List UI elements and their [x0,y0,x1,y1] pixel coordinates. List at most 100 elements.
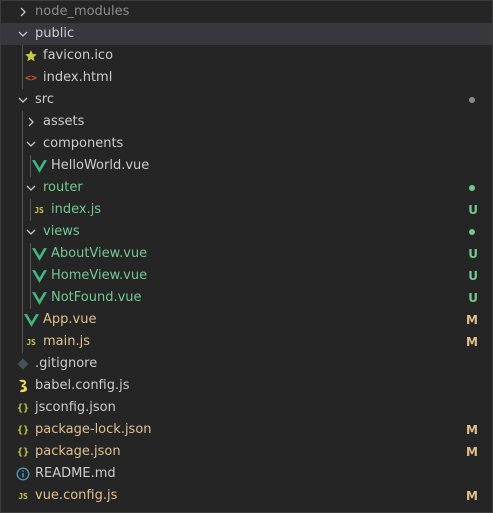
file-row-index-html[interactable]: <> index.html [1,67,492,89]
tree-item-label: vue.config.js [35,488,118,503]
indent-guide [22,243,23,265]
star-icon [23,45,39,67]
file-row-aboutview-vue[interactable]: AboutView.vue U [1,243,492,265]
vue-icon [23,309,39,331]
tree-item-label: router [43,180,83,195]
file-row-gitignore[interactable]: .gitignore [1,353,492,375]
tree-item-label: .gitignore [35,356,98,371]
indent-guide [22,287,23,309]
tree-item-label: node_modules [35,4,130,19]
tree-item-label: AboutView.vue [51,246,148,261]
git-untracked-badge: U [468,291,478,305]
indent-guide [22,221,23,243]
js-icon: JS [34,205,44,215]
vue-icon [31,243,47,265]
folder-row-router[interactable]: router [1,177,492,199]
folder-row-node-modules[interactable]: node_modules [1,1,492,23]
folder-row-src[interactable]: src [1,89,492,111]
tree-item-label: main.js [43,334,90,349]
indent-guide [22,309,23,331]
tree-item-label: components [43,136,124,151]
chevron-down-icon[interactable] [15,23,31,45]
tree-item-label: package-lock.json [35,422,152,437]
file-row-notfound-vue[interactable]: NotFound.vue U [1,287,492,309]
git-modified-badge: M [466,335,478,349]
js-icon: JS [18,491,28,501]
file-row-vue-config-js[interactable]: JS vue.config.js M [1,485,492,507]
tree-item-label: index.js [51,202,102,217]
git-untracked-badge: U [468,247,478,261]
info-icon [15,463,31,485]
chevron-right-icon[interactable] [23,111,39,133]
tree-item-label: index.html [43,70,113,85]
tree-item-label: App.vue [43,312,97,327]
chevron-down-icon[interactable] [23,221,39,243]
tree-list: node_modulespublic favicon.ico <> index.htm… [1,1,492,507]
tree-item-label: README.md [35,466,116,481]
tree-item-label: src [35,92,54,107]
git-untracked-badge: U [468,269,478,283]
file-row-jsconfig-json[interactable]: {} jsconfig.json [1,397,492,419]
js-icon: JS [26,337,36,347]
vue-icon [31,155,47,177]
git-status-dot [469,185,475,191]
chevron-down-icon[interactable] [23,133,39,155]
chevron-right-icon[interactable] [15,1,31,23]
indent-guide [22,199,23,221]
vue-icon [31,287,47,309]
chevron-down-icon[interactable] [15,89,31,111]
git-modified-badge: M [466,313,478,327]
tree-item-label: views [43,224,80,239]
file-row-package-json[interactable]: {} package.json M [1,441,492,463]
file-row-index-js[interactable]: JS index.js U [1,199,492,221]
indent-guide [22,331,23,353]
indent-guide [22,67,23,89]
git-modified-badge: M [466,489,478,503]
html-icon: <> [24,72,38,84]
json-icon: {} [16,446,30,458]
indent-guide [22,177,23,199]
git-status-dot [469,229,475,235]
indent-guide [30,243,31,265]
file-row-main-js[interactable]: JS main.js M [1,331,492,353]
file-row-helloworld-vue[interactable]: HelloWorld.vue [1,155,492,177]
indent-guide [22,45,23,67]
git-modified-badge: M [466,423,478,437]
tree-item-label: package.json [35,444,121,459]
json-icon: {} [16,424,30,436]
babel-icon [15,375,31,397]
indent-guide [22,111,23,133]
indent-guide [22,265,23,287]
folder-row-public[interactable]: public [1,23,492,45]
folder-row-components[interactable]: components [1,133,492,155]
indent-guide [22,133,23,155]
indent-guide [22,155,23,177]
file-row-homeview-vue[interactable]: HomeView.vue U [1,265,492,287]
file-row-app-vue[interactable]: App.vue M [1,309,492,331]
tree-item-label: HelloWorld.vue [51,158,150,173]
folder-row-assets[interactable]: assets [1,111,492,133]
indent-guide [30,287,31,309]
file-row-favicon-ico[interactable]: favicon.ico [1,45,492,67]
json-icon: {} [16,402,30,414]
chevron-down-icon[interactable] [23,177,39,199]
git-untracked-badge: U [468,203,478,217]
tree-item-label: jsconfig.json [35,400,116,415]
tree-item-label: assets [43,114,85,129]
tree-item-label: babel.config.js [35,378,130,393]
indent-guide [30,155,31,177]
file-row-babel-config-js[interactable]: babel.config.js [1,375,492,397]
file-row-readme-md[interactable]: README.md [1,463,492,485]
file-row-package-lock-json[interactable]: {} package-lock.json M [1,419,492,441]
git-modified-badge: M [466,445,478,459]
git-status-dot [469,97,475,103]
tree-item-label: public [35,26,75,41]
vue-icon [31,265,47,287]
file-explorer-tree: node_modulespublic favicon.ico <> index.htm… [0,0,493,513]
indent-guide [30,265,31,287]
tree-item-label: NotFound.vue [51,290,142,305]
tree-item-label: favicon.ico [43,48,114,63]
indent-guide [30,199,31,221]
folder-row-views[interactable]: views [1,221,492,243]
tree-item-label: HomeView.vue [51,268,148,283]
